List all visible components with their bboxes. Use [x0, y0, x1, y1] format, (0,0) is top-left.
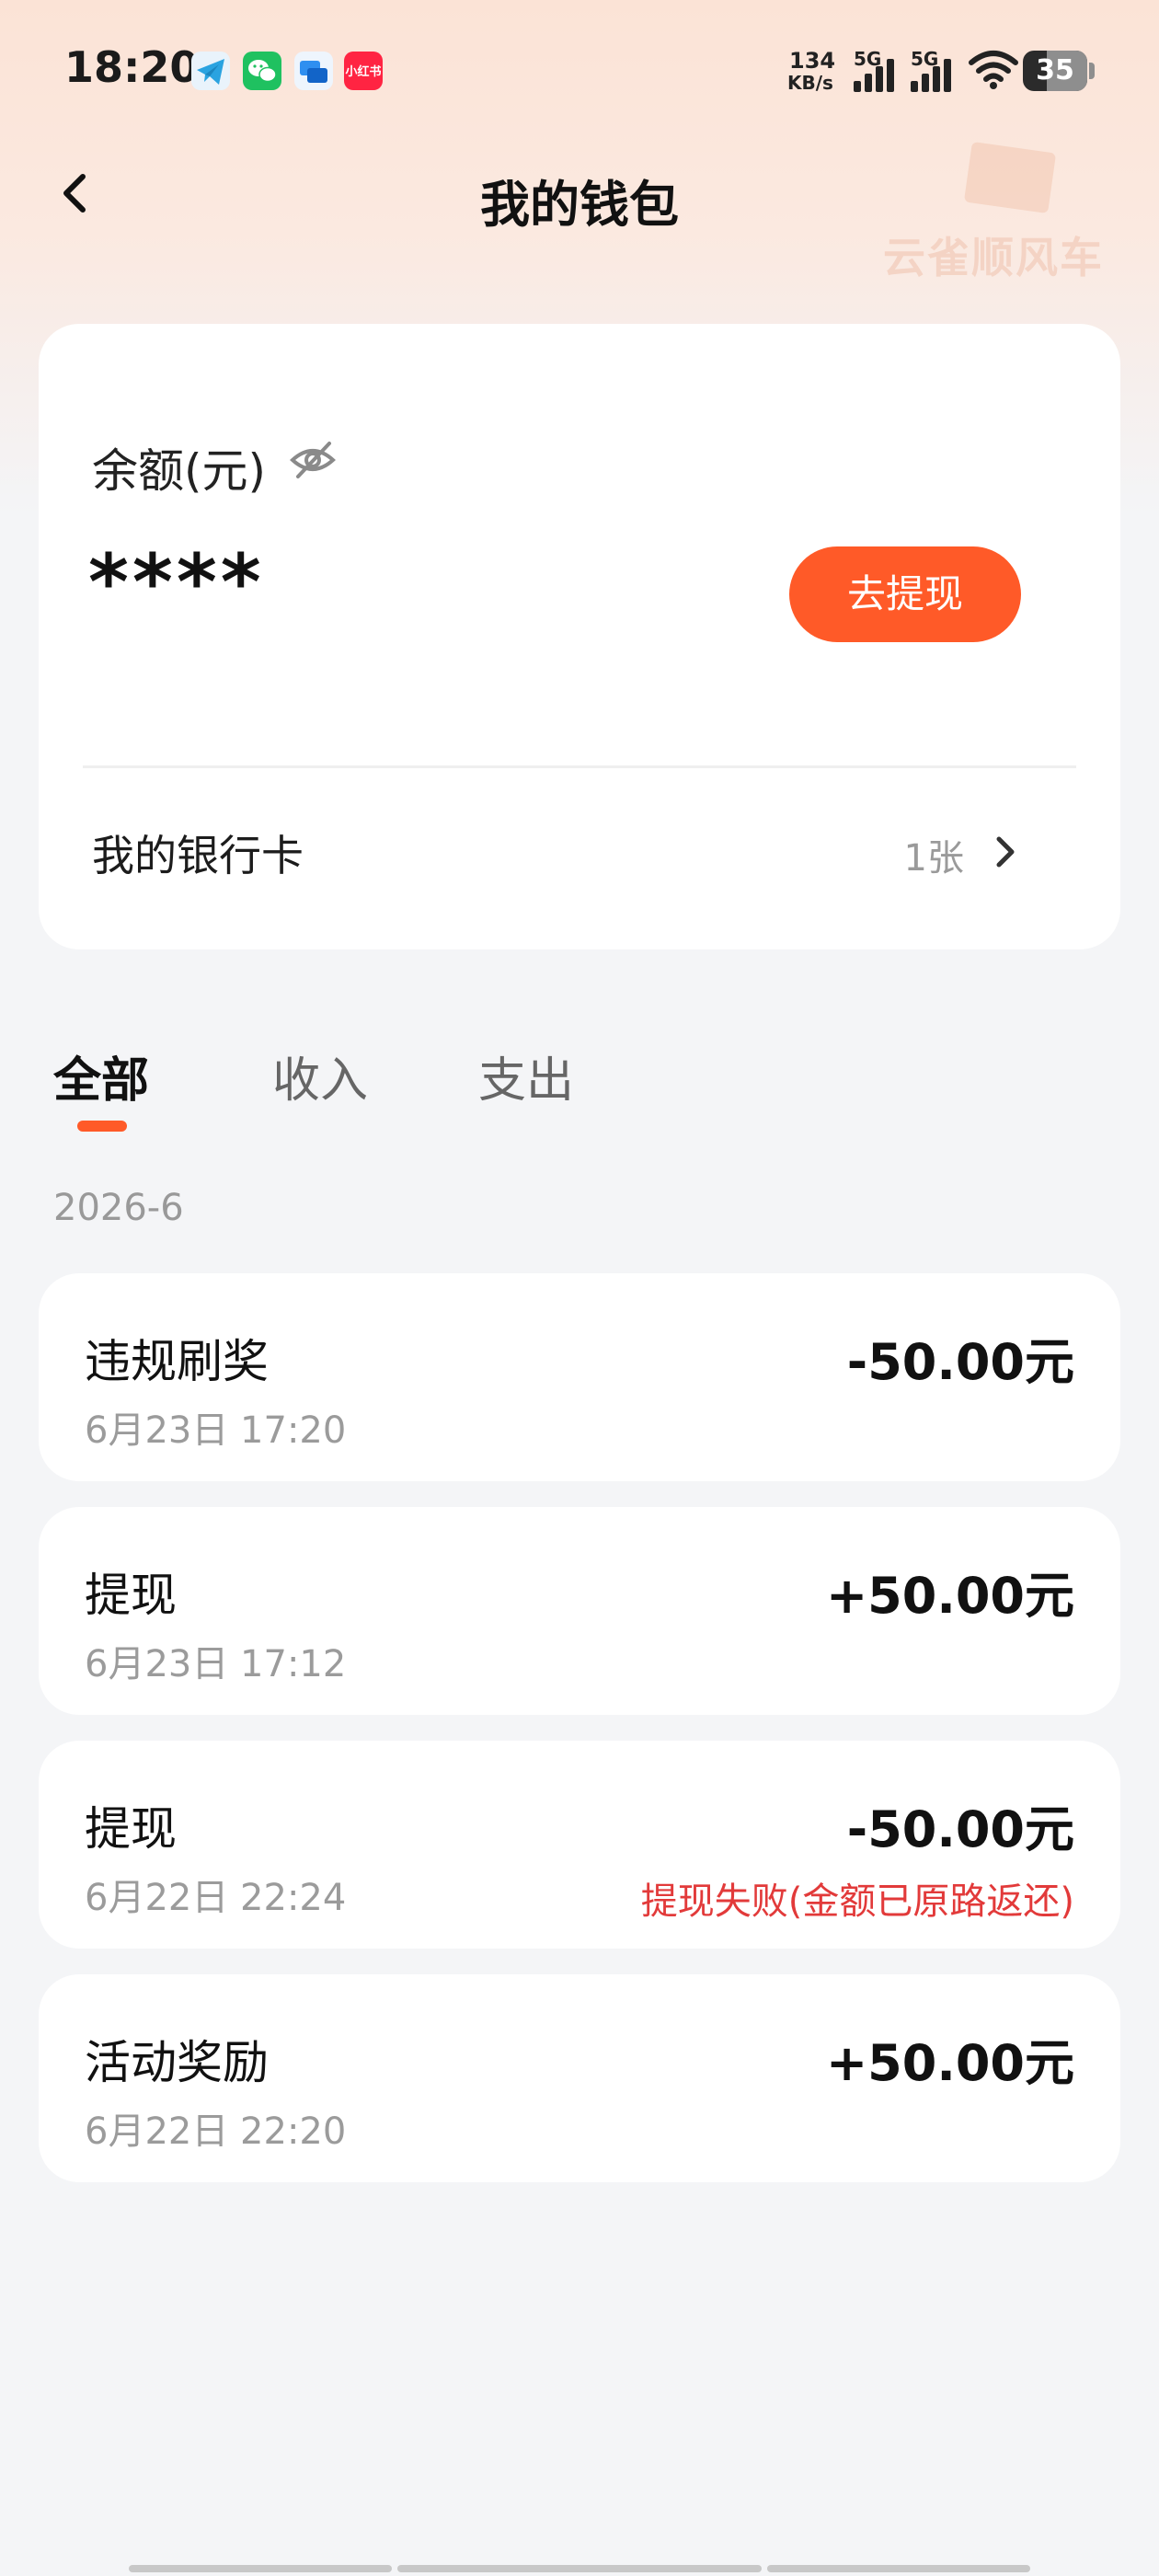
transaction-amount: -50.00元 — [846, 1333, 1074, 1391]
tab-expense[interactable]: 支出 — [478, 1041, 574, 1110]
transaction-title: 活动奖励 — [85, 2036, 269, 2089]
net-speed: 134 — [789, 48, 836, 74]
balance-label: 余额(元) — [92, 444, 267, 498]
battery-level: 35 — [1036, 54, 1074, 86]
signal-icon — [911, 59, 951, 92]
transaction-status-note: 提现失败(金额已原路返还) — [640, 1880, 1074, 1923]
active-tab-indicator — [77, 1121, 127, 1132]
battery-tip — [1089, 63, 1095, 79]
watermark-text: 云雀顺风车 — [883, 233, 1104, 282]
transaction-item[interactable]: 活动奖励 6月22日 22:20 +50.00元 — [39, 1974, 1120, 2182]
xiaohongshu-icon: 小红书 — [344, 52, 383, 90]
transaction-title: 提现 — [85, 1569, 177, 1622]
bank-card-count: 1张 — [903, 837, 964, 880]
xiaohongshu-label: 小红书 — [345, 65, 382, 79]
transaction-time: 6月22日 22:24 — [85, 1877, 347, 1919]
gesture-bar[interactable] — [767, 2565, 1030, 2572]
watermark-shape — [963, 141, 1057, 214]
transaction-time: 6月23日 17:20 — [85, 1409, 347, 1452]
eye-hidden-icon[interactable] — [287, 434, 339, 486]
telegram-icon — [191, 52, 230, 90]
gesture-bar[interactable] — [397, 2565, 762, 2572]
status-bar: 18:20 小红书 134 KB/s 5G 5G 35 — [0, 0, 1159, 138]
transaction-item[interactable]: 违规刷奖 6月23日 17:20 -50.00元 — [39, 1273, 1120, 1481]
transaction-item[interactable]: 提现 6月23日 17:12 +50.00元 — [39, 1507, 1120, 1715]
net-speed-unit: KB/s — [787, 72, 833, 94]
withdraw-button[interactable]: 去提现 — [789, 546, 1021, 642]
messenger-icon — [294, 52, 333, 90]
transaction-amount: +50.00元 — [825, 2034, 1074, 2092]
transaction-amount: +50.00元 — [825, 1567, 1074, 1625]
tab-all[interactable]: 全部 — [53, 1041, 149, 1110]
tab-income[interactable]: 收入 — [272, 1041, 368, 1110]
wechat-icon — [243, 52, 281, 90]
wifi-icon — [969, 51, 1018, 89]
transaction-title: 提现 — [85, 1802, 177, 1856]
transaction-time: 6月22日 22:20 — [85, 2110, 347, 2153]
signal-icon — [854, 59, 894, 92]
month-header: 2026-6 — [53, 1187, 184, 1229]
battery-icon: 35 — [1023, 51, 1087, 91]
divider — [83, 765, 1076, 768]
status-time: 18:20 — [64, 42, 200, 92]
transaction-title: 违规刷奖 — [85, 1335, 269, 1388]
gesture-bar[interactable] — [129, 2565, 392, 2572]
bank-card-label: 我的银行卡 — [92, 831, 304, 880]
brand-watermark: 云雀顺风车 — [883, 141, 1104, 304]
transaction-item[interactable]: 提现 6月22日 22:24 -50.00元 提现失败(金额已原路返还) — [39, 1741, 1120, 1949]
balance-card: 余额(元) **** 去提现 我的银行卡 1张 — [39, 324, 1120, 949]
transaction-amount: -50.00元 — [846, 1800, 1074, 1858]
balance-value: **** — [88, 537, 265, 627]
transaction-time: 6月23日 17:12 — [85, 1643, 347, 1685]
chevron-right-icon — [996, 836, 1015, 868]
